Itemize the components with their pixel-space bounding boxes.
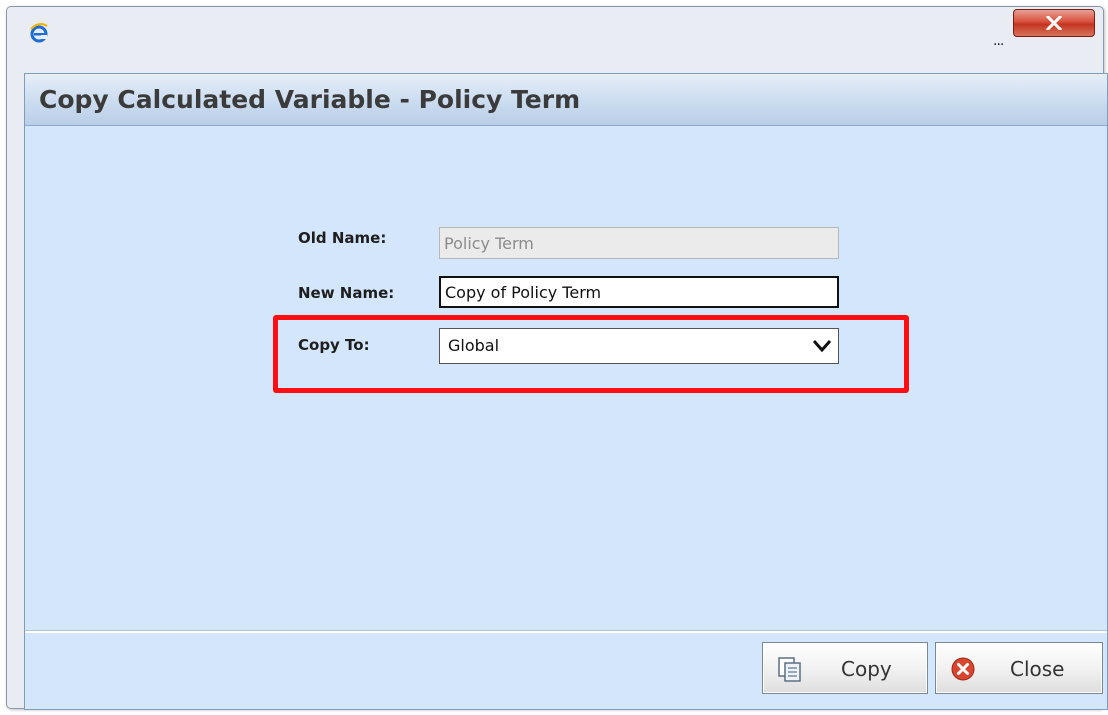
copy-document-icon <box>777 656 803 682</box>
old-name-field <box>439 227 839 259</box>
copy-to-selected-value: Global <box>448 336 500 355</box>
close-x-icon <box>1046 16 1062 30</box>
old-name-label: Old Name: <box>298 229 387 247</box>
footer-divider <box>25 630 1107 633</box>
copy-dialog: Copy Calculated Variable - Policy Term O… <box>24 73 1108 710</box>
window-ellipsis: ... <box>993 33 1004 49</box>
copy-button-label: Copy <box>841 657 892 681</box>
internet-explorer-icon <box>29 23 49 43</box>
dialog-header: Copy Calculated Variable - Policy Term <box>25 74 1107 126</box>
window-close-button[interactable] <box>1013 9 1095 37</box>
close-button[interactable]: Close <box>935 642 1103 694</box>
close-button-label: Close <box>1010 657 1065 681</box>
browser-window: ... Copy Calculated Variable - Policy Te… <box>6 6 1108 710</box>
copy-to-label: Copy To: <box>298 336 370 354</box>
window-titlebar: ... <box>7 7 1103 65</box>
chevron-down-icon <box>812 338 832 357</box>
copy-button[interactable]: Copy <box>762 642 928 694</box>
new-name-field[interactable] <box>439 276 839 308</box>
copy-to-select[interactable]: Global <box>439 328 839 364</box>
new-name-label: New Name: <box>298 284 395 302</box>
dialog-title: Copy Calculated Variable - Policy Term <box>39 85 581 114</box>
close-circle-icon <box>950 656 976 682</box>
